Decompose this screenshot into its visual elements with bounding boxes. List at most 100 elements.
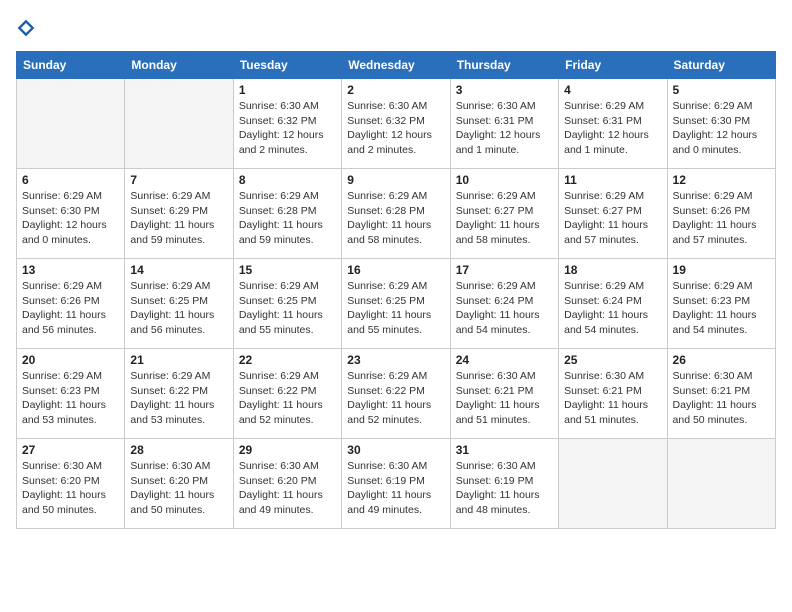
calendar-day-cell: 13Sunrise: 6:29 AM Sunset: 6:26 PM Dayli…: [17, 259, 125, 349]
day-info: Sunrise: 6:30 AM Sunset: 6:32 PM Dayligh…: [239, 99, 336, 158]
day-number: 24: [456, 353, 553, 367]
calendar-day-cell: 11 Sunrise: 6:29 AM Sunset: 6:27 PM Dayli…: [559, 169, 667, 259]
day-info: Sunrise: 6:29 AM Sunset: 6:23 PM Dayligh…: [22, 369, 119, 428]
day-info: Sunrise: 6:29 AM Sunset: 6:22 PM Dayligh…: [347, 369, 444, 428]
day-info: Sunrise: 6:29 AM Sunset: 6:30 PM Dayligh…: [673, 99, 770, 158]
calendar-day-cell: 27 Sunrise: 6:30 AM Sunset: 6:20 PM Dayli…: [17, 439, 125, 529]
calendar-day-cell: 31 Sunrise: 6:30 AM Sunset: 6:19 PM Dayli…: [450, 439, 558, 529]
calendar-week-row: 13Sunrise: 6:29 AM Sunset: 6:26 PM Dayli…: [17, 259, 776, 349]
day-info: Sunrise: 6:29 AM Sunset: 6:28 PM Dayligh…: [347, 189, 444, 248]
day-info: Sunrise: 6:30 AM Sunset: 6:19 PM Dayligh…: [456, 459, 553, 518]
day-number: 22: [239, 353, 336, 367]
day-number: 4: [564, 83, 661, 97]
day-info: Sunrise: 6:29 AM Sunset: 6:25 PM Dayligh…: [130, 279, 227, 338]
day-number: 20: [22, 353, 119, 367]
day-number: 17: [456, 263, 553, 277]
day-number: 9: [347, 173, 444, 187]
calendar-day-cell: 14 Sunrise: 6:29 AM Sunset: 6:25 PM Dayli…: [125, 259, 233, 349]
calendar-day-cell: [667, 439, 775, 529]
day-number: 27: [22, 443, 119, 457]
day-number: 31: [456, 443, 553, 457]
calendar-day-cell: 23 Sunrise: 6:29 AM Sunset: 6:22 PM Dayli…: [342, 349, 450, 439]
day-number: 14: [130, 263, 227, 277]
day-info: Sunrise: 6:30 AM Sunset: 6:19 PM Dayligh…: [347, 459, 444, 518]
calendar-day-cell: 17 Sunrise: 6:29 AM Sunset: 6:24 PM Dayli…: [450, 259, 558, 349]
day-number: 6: [22, 173, 119, 187]
day-info: Sunrise: 6:29 AM Sunset: 6:22 PM Dayligh…: [130, 369, 227, 428]
day-info: Sunrise: 6:30 AM Sunset: 6:21 PM Dayligh…: [564, 369, 661, 428]
day-number: 10: [456, 173, 553, 187]
day-of-week-header: Tuesday: [233, 52, 341, 79]
calendar-table: SundayMondayTuesdayWednesdayThursdayFrid…: [16, 51, 776, 529]
day-number: 30: [347, 443, 444, 457]
day-number: 13: [22, 263, 119, 277]
calendar-day-cell: 29 Sunrise: 6:30 AM Sunset: 6:20 PM Dayli…: [233, 439, 341, 529]
day-of-week-header: Sunday: [17, 52, 125, 79]
day-number: 19: [673, 263, 770, 277]
day-of-week-header: Friday: [559, 52, 667, 79]
page-header: [16, 16, 776, 39]
day-info: Sunrise: 6:30 AM Sunset: 6:21 PM Dayligh…: [673, 369, 770, 428]
calendar-day-cell: 30 Sunrise: 6:30 AM Sunset: 6:19 PM Dayli…: [342, 439, 450, 529]
day-info: Sunrise: 6:30 AM Sunset: 6:20 PM Dayligh…: [239, 459, 336, 518]
calendar-day-cell: 5 Sunrise: 6:29 AM Sunset: 6:30 PM Daylig…: [667, 79, 775, 169]
calendar-day-cell: [559, 439, 667, 529]
day-number: 26: [673, 353, 770, 367]
day-info: Sunrise: 6:30 AM Sunset: 6:21 PM Dayligh…: [456, 369, 553, 428]
day-info: Sunrise: 6:29 AM Sunset: 6:28 PM Dayligh…: [239, 189, 336, 248]
day-info: Sunrise: 6:29 AM Sunset: 6:24 PM Dayligh…: [456, 279, 553, 338]
calendar-day-cell: 15 Sunrise: 6:29 AM Sunset: 6:25 PM Dayli…: [233, 259, 341, 349]
calendar-day-cell: 7Sunrise: 6:29 AM Sunset: 6:29 PM Daylig…: [125, 169, 233, 259]
day-info: Sunrise: 6:29 AM Sunset: 6:23 PM Dayligh…: [673, 279, 770, 338]
day-of-week-header: Monday: [125, 52, 233, 79]
day-info: Sunrise: 6:30 AM Sunset: 6:32 PM Dayligh…: [347, 99, 444, 158]
day-info: Sunrise: 6:29 AM Sunset: 6:25 PM Dayligh…: [347, 279, 444, 338]
day-info: Sunrise: 6:29 AM Sunset: 6:27 PM Dayligh…: [564, 189, 661, 248]
calendar-day-cell: 26 Sunrise: 6:30 AM Sunset: 6:21 PM Dayli…: [667, 349, 775, 439]
day-info: Sunrise: 6:29 AM Sunset: 6:24 PM Dayligh…: [564, 279, 661, 338]
day-number: 2: [347, 83, 444, 97]
day-info: Sunrise: 6:30 AM Sunset: 6:31 PM Dayligh…: [456, 99, 553, 158]
calendar-day-cell: 19 Sunrise: 6:29 AM Sunset: 6:23 PM Dayli…: [667, 259, 775, 349]
day-number: 15: [239, 263, 336, 277]
calendar-day-cell: 25 Sunrise: 6:30 AM Sunset: 6:21 PM Dayli…: [559, 349, 667, 439]
day-number: 5: [673, 83, 770, 97]
day-of-week-header: Thursday: [450, 52, 558, 79]
calendar-day-cell: 1Sunrise: 6:30 AM Sunset: 6:32 PM Daylig…: [233, 79, 341, 169]
calendar-day-cell: 22 Sunrise: 6:29 AM Sunset: 6:22 PM Dayli…: [233, 349, 341, 439]
calendar-day-cell: 18 Sunrise: 6:29 AM Sunset: 6:24 PM Dayli…: [559, 259, 667, 349]
day-number: 29: [239, 443, 336, 457]
day-number: 8: [239, 173, 336, 187]
day-number: 28: [130, 443, 227, 457]
day-info: Sunrise: 6:29 AM Sunset: 6:31 PM Dayligh…: [564, 99, 661, 158]
day-number: 21: [130, 353, 227, 367]
calendar-week-row: 6 Sunrise: 6:29 AM Sunset: 6:30 PM Daylig…: [17, 169, 776, 259]
calendar-day-cell: 10Sunrise: 6:29 AM Sunset: 6:27 PM Dayli…: [450, 169, 558, 259]
calendar-day-cell: 2 Sunrise: 6:30 AM Sunset: 6:32 PM Daylig…: [342, 79, 450, 169]
day-number: 12: [673, 173, 770, 187]
day-number: 18: [564, 263, 661, 277]
calendar-day-cell: 21 Sunrise: 6:29 AM Sunset: 6:22 PM Dayli…: [125, 349, 233, 439]
day-info: Sunrise: 6:29 AM Sunset: 6:30 PM Dayligh…: [22, 189, 119, 248]
calendar-day-cell: 6 Sunrise: 6:29 AM Sunset: 6:30 PM Daylig…: [17, 169, 125, 259]
logo: [16, 16, 40, 39]
day-number: 11: [564, 173, 661, 187]
day-number: 23: [347, 353, 444, 367]
day-info: Sunrise: 6:29 AM Sunset: 6:29 PM Dayligh…: [130, 189, 227, 248]
day-info: Sunrise: 6:29 AM Sunset: 6:26 PM Dayligh…: [673, 189, 770, 248]
calendar-day-cell: 9 Sunrise: 6:29 AM Sunset: 6:28 PM Daylig…: [342, 169, 450, 259]
calendar-day-cell: 28 Sunrise: 6:30 AM Sunset: 6:20 PM Dayli…: [125, 439, 233, 529]
day-info: Sunrise: 6:29 AM Sunset: 6:25 PM Dayligh…: [239, 279, 336, 338]
calendar-week-row: 27 Sunrise: 6:30 AM Sunset: 6:20 PM Dayli…: [17, 439, 776, 529]
day-number: 16: [347, 263, 444, 277]
day-number: 25: [564, 353, 661, 367]
calendar-day-cell: [17, 79, 125, 169]
day-info: Sunrise: 6:29 AM Sunset: 6:22 PM Dayligh…: [239, 369, 336, 428]
day-info: Sunrise: 6:30 AM Sunset: 6:20 PM Dayligh…: [130, 459, 227, 518]
calendar-day-cell: 3Sunrise: 6:30 AM Sunset: 6:31 PM Daylig…: [450, 79, 558, 169]
calendar-day-cell: 12 Sunrise: 6:29 AM Sunset: 6:26 PM Dayli…: [667, 169, 775, 259]
calendar-day-cell: 16 Sunrise: 6:29 AM Sunset: 6:25 PM Dayli…: [342, 259, 450, 349]
day-info: Sunrise: 6:30 AM Sunset: 6:20 PM Dayligh…: [22, 459, 119, 518]
day-of-week-header: Saturday: [667, 52, 775, 79]
calendar-day-cell: 8 Sunrise: 6:29 AM Sunset: 6:28 PM Daylig…: [233, 169, 341, 259]
